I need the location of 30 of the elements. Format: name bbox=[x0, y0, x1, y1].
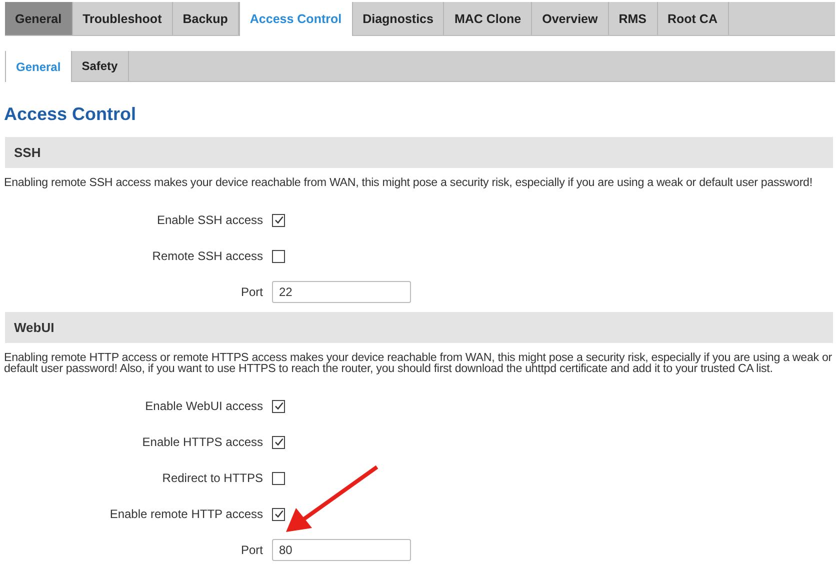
subtab[interactable]: Safety bbox=[72, 51, 129, 81]
tab[interactable]: Backup bbox=[172, 2, 239, 35]
section-header: WebUI bbox=[5, 312, 833, 343]
tab[interactable]: RMS bbox=[608, 2, 658, 35]
field-label: Port bbox=[240, 285, 263, 299]
tab[interactable]: Diagnostics bbox=[352, 2, 444, 35]
port-input[interactable]: 80 bbox=[272, 539, 411, 561]
field-label: Enable SSH access bbox=[156, 213, 263, 227]
field-label: Enable remote HTTP access bbox=[108, 507, 263, 521]
subtab[interactable]: General bbox=[5, 51, 72, 82]
checkbox[interactable] bbox=[272, 436, 285, 448]
field-label: Port bbox=[240, 543, 263, 557]
section-description: Enabling remote HTTP access or remote HTTPS access makes your device reachable from WAN, this might pose a security risk, especially if you are using a weak or default user password! Also, if you want to use HTTPS to reach the router, you should first download the uhttpd certificate and add it to your trusted CA list. bbox=[4, 352, 833, 374]
field-label: Enable WebUI access bbox=[144, 399, 263, 413]
field-label: Redirect to HTTPS bbox=[161, 471, 263, 485]
section-description: Enabling remote SSH access makes your device reachable from WAN, this might pose a security risk, especially if you are using a weak or default user password! bbox=[4, 177, 814, 188]
tab[interactable]: Access Control bbox=[238, 2, 353, 36]
field-label: Enable HTTPS access bbox=[141, 435, 263, 449]
tab[interactable]: General bbox=[5, 2, 73, 35]
tab[interactable]: Root CA bbox=[658, 2, 728, 35]
checkbox[interactable] bbox=[272, 508, 285, 520]
checkbox[interactable] bbox=[272, 250, 285, 262]
checkbox[interactable] bbox=[272, 472, 285, 484]
checkbox[interactable] bbox=[272, 400, 285, 412]
field-label: Remote SSH access bbox=[151, 249, 263, 263]
section-header: SSH bbox=[5, 137, 833, 168]
page-title: Access Control bbox=[4, 104, 138, 125]
port-input[interactable]: 22 bbox=[272, 281, 411, 303]
tab[interactable]: Troubleshoot bbox=[72, 2, 173, 35]
checkbox[interactable] bbox=[272, 214, 285, 226]
